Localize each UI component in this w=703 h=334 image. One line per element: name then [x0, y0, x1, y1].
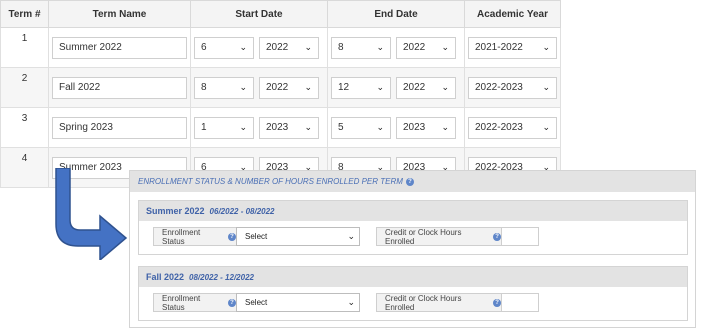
enrollment-panel: ENROLLMENT STATUS & NUMBER OF HOURS ENRO… — [129, 170, 696, 328]
start-year-select[interactable]: 2023 ⌄ — [259, 116, 319, 139]
term-enrollment-block: Fall 2022 08/2022 - 12/2022 Enrollment S… — [138, 266, 688, 321]
chevron-down-icon: ⌄ — [347, 231, 355, 241]
end-year-value: 2022 — [403, 42, 426, 53]
table-row: 1 Summer 2022 6 ⌄ 2022 ⌄ 8 ⌄ 2022 ⌄ 2021-202… — [0, 27, 561, 68]
chevron-down-icon: ⌄ — [347, 297, 355, 307]
start-month-value: 6 — [201, 42, 207, 53]
header-term-number: Term # — [0, 0, 49, 28]
hours-enrolled-label-text: Credit or Clock Hours Enrolled — [385, 227, 462, 246]
chevron-down-icon: ⌄ — [376, 42, 384, 52]
chevron-down-icon: ⌄ — [376, 82, 384, 92]
start-month-select[interactable]: 6 ⌄ — [194, 36, 254, 59]
hours-enrolled-input[interactable] — [501, 227, 539, 246]
header-start-date: Start Date — [190, 0, 328, 28]
academic-year-select[interactable]: 2022-2023 ⌄ — [468, 116, 557, 139]
chevron-down-icon: ⌄ — [542, 82, 550, 92]
term-block-range: 08/2022 - 12/2022 — [189, 272, 254, 282]
academic-year-value: 2021-2022 — [475, 42, 523, 53]
enrollment-panel-title: ENROLLMENT STATUS & NUMBER OF HOURS ENRO… — [138, 177, 403, 186]
term-number: 2 — [0, 67, 49, 108]
chevron-down-icon: ⌄ — [542, 42, 550, 52]
enrollment-status-label-text: Enrollment Status — [162, 293, 201, 312]
term-block-header: Fall 2022 08/2022 - 12/2022 — [139, 267, 687, 287]
term-name-input[interactable]: Summer 2022 — [52, 36, 187, 59]
header-term-name: Term Name — [48, 0, 191, 28]
help-circle-icon[interactable]: ? — [493, 298, 501, 307]
term-block-fields: Enrollment Status ? Select ⌄ Credit or C… — [139, 221, 687, 254]
help-circle-icon[interactable]: ? — [405, 177, 414, 186]
chevron-down-icon: ⌄ — [542, 122, 550, 132]
enrollment-status-select[interactable]: Select ⌄ — [236, 293, 360, 312]
term-block-fields: Enrollment Status ? Select ⌄ Credit or C… — [139, 287, 687, 320]
enrollment-status-value: Select — [245, 232, 268, 241]
end-year-select[interactable]: 2023 ⌄ — [396, 116, 456, 139]
start-month-value: 1 — [201, 122, 207, 133]
terms-table-header: Term # Term Name Start Date End Date Aca… — [0, 0, 561, 28]
chevron-down-icon: ⌄ — [441, 122, 449, 132]
end-month-value: 8 — [338, 42, 344, 53]
chevron-down-icon: ⌄ — [376, 122, 384, 132]
hours-enrolled-label-text: Credit or Clock Hours Enrolled — [385, 293, 462, 312]
enrollment-status-label-text: Enrollment Status — [162, 227, 201, 246]
end-month-value: 5 — [338, 122, 344, 133]
start-month-value: 8 — [201, 82, 207, 93]
header-academic-year: Academic Year — [464, 0, 561, 28]
enrollment-status-select[interactable]: Select ⌄ — [236, 227, 360, 246]
enrollment-status-label: Enrollment Status ? — [153, 227, 237, 246]
table-row: 2 Fall 2022 8 ⌄ 2022 ⌄ 12 ⌄ 2022 ⌄ 2022-2023… — [0, 67, 561, 108]
terms-table: Term # Term Name Start Date End Date Aca… — [0, 0, 561, 188]
academic-year-value: 2022-2023 — [475, 122, 523, 133]
academic-year-value: 2022-2023 — [475, 82, 523, 93]
end-month-select[interactable]: 12 ⌄ — [331, 76, 391, 99]
hours-enrolled-label: Credit or Clock Hours Enrolled ? — [376, 227, 502, 246]
term-block-name: Fall 2022 — [146, 272, 185, 282]
end-year-select[interactable]: 2022 ⌄ — [396, 36, 456, 59]
term-enrollment-block: Summer 2022 06/2022 - 08/2022 Enrollment… — [138, 200, 688, 255]
term-number: 4 — [0, 147, 49, 188]
start-year-value: 2022 — [266, 82, 289, 93]
academic-year-select[interactable]: 2021-2022 ⌄ — [468, 36, 557, 59]
academic-year-select[interactable]: 2022-2023 ⌄ — [468, 76, 557, 99]
hours-enrolled-input[interactable] — [501, 293, 539, 312]
start-month-select[interactable]: 8 ⌄ — [194, 76, 254, 99]
chevron-down-icon: ⌄ — [304, 42, 312, 52]
curved-arrow-down-right-icon — [55, 168, 128, 260]
start-year-select[interactable]: 2022 ⌄ — [259, 76, 319, 99]
chevron-down-icon: ⌄ — [239, 82, 247, 92]
start-year-value: 2023 — [266, 122, 289, 133]
start-year-select[interactable]: 2022 ⌄ — [259, 36, 319, 59]
enrollment-status-label: Enrollment Status ? — [153, 293, 237, 312]
chevron-down-icon: ⌄ — [239, 42, 247, 52]
term-number: 3 — [0, 107, 49, 148]
chevron-down-icon: ⌄ — [304, 122, 312, 132]
chevron-down-icon: ⌄ — [441, 82, 449, 92]
table-row: 3 Spring 2023 1 ⌄ 2023 ⌄ 5 ⌄ 2023 ⌄ 2022-202… — [0, 107, 561, 148]
term-block-header: Summer 2022 06/2022 - 08/2022 — [139, 201, 687, 221]
hours-enrolled-label: Credit or Clock Hours Enrolled ? — [376, 293, 502, 312]
help-circle-icon[interactable]: ? — [228, 232, 236, 241]
chevron-down-icon: ⌄ — [441, 42, 449, 52]
end-year-value: 2022 — [403, 82, 426, 93]
enrollment-panel-header: ENROLLMENT STATUS & NUMBER OF HOURS ENRO… — [130, 171, 695, 192]
start-month-select[interactable]: 1 ⌄ — [194, 116, 254, 139]
term-number: 1 — [0, 27, 49, 68]
end-month-select[interactable]: 8 ⌄ — [331, 36, 391, 59]
header-end-date: End Date — [327, 0, 465, 28]
chevron-down-icon: ⌄ — [304, 82, 312, 92]
term-block-range: 06/2022 - 08/2022 — [209, 206, 275, 216]
end-month-select[interactable]: 5 ⌄ — [331, 116, 391, 139]
term-name-input[interactable]: Spring 2023 — [52, 116, 187, 139]
help-circle-icon[interactable]: ? — [228, 298, 236, 307]
end-year-value: 2023 — [403, 122, 426, 133]
term-block-name: Summer 2022 — [146, 206, 205, 216]
enrollment-status-value: Select — [245, 298, 268, 307]
help-circle-icon[interactable]: ? — [493, 232, 501, 241]
chevron-down-icon: ⌄ — [239, 122, 247, 132]
term-name-input[interactable]: Fall 2022 — [52, 76, 187, 99]
start-year-value: 2022 — [266, 42, 289, 53]
end-month-value: 12 — [338, 82, 350, 93]
end-year-select[interactable]: 2022 ⌄ — [396, 76, 456, 99]
